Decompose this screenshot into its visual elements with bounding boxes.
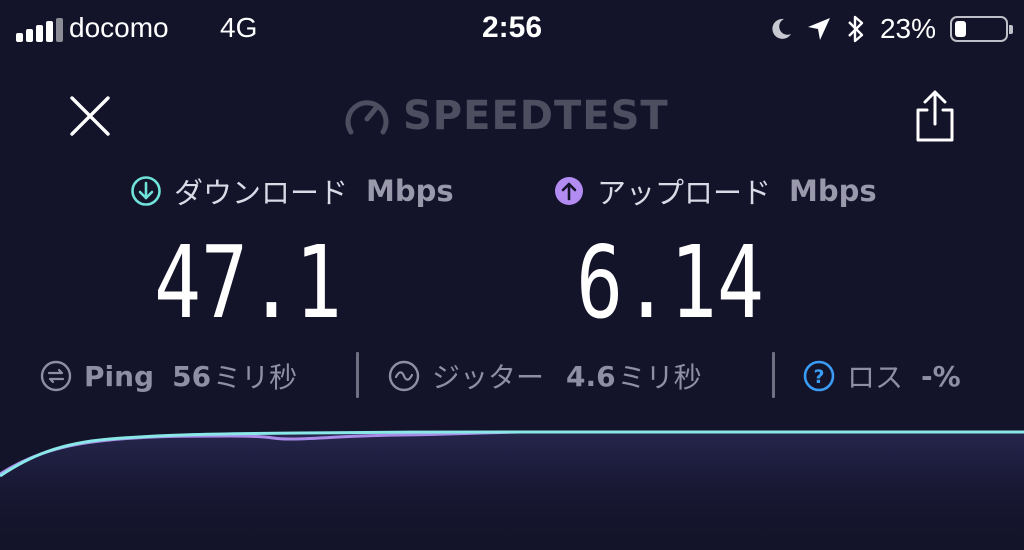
graph-area [0,432,1024,550]
ping-label: Ping [84,359,155,393]
jitter-value: 4.6 [566,359,616,393]
battery-icon [950,16,1013,42]
loss-stat[interactable]: ? ロス -% [803,350,961,402]
close-icon [70,96,110,136]
help-question-icon[interactable]: ? [803,360,835,392]
stats-row: Ping 56 ミリ秒 ジッター 4.6 ミリ秒 ? ロス -% [0,350,1024,402]
ping-stat: Ping 56 ミリ秒 [40,350,297,402]
download-unit: Mbps [366,174,454,208]
download-label: ダウンロード [174,176,349,210]
speedometer-icon [345,100,389,135]
stat-divider [772,352,775,398]
share-icon [916,90,954,142]
loss-label: ロス [847,361,904,394]
upload-unit: Mbps [789,174,877,208]
stat-divider [356,352,359,398]
speed-graph [0,430,1024,550]
download-header: ダウンロード Mbps [130,170,454,212]
moon-icon [772,18,791,39]
upload-header: アップロード Mbps [553,170,877,212]
svg-text:?: ? [813,366,824,388]
jitter-icon [388,360,420,392]
upload-speed-value: 6.14 [576,224,764,341]
jitter-unit: ミリ秒 [617,361,702,394]
jitter-stat: ジッター 4.6 ミリ秒 [388,350,702,402]
ping-icon [40,360,72,392]
bluetooth-icon [848,15,864,43]
upload-label: アップロード [597,176,772,210]
speedtest-logo: SPEEDTEST [343,92,669,140]
brand-text: SPEEDTEST [403,93,669,139]
status-right-icons: 23% [770,10,1013,48]
download-arrow-icon [131,176,161,206]
battery-percent: 23% [879,13,936,44]
download-speed-value: 47.1 [154,224,342,341]
ping-unit: ミリ秒 [213,361,298,394]
status-bar: docomo 4G 2:56 23% [0,0,1024,58]
jitter-label: ジッター [432,361,545,394]
upload-arrow-icon [555,177,583,205]
loss-value: -% [921,359,961,393]
ping-value: 56 [172,359,212,393]
location-arrow-icon [807,18,830,40]
share-button[interactable] [912,88,958,144]
close-button[interactable] [66,92,114,140]
